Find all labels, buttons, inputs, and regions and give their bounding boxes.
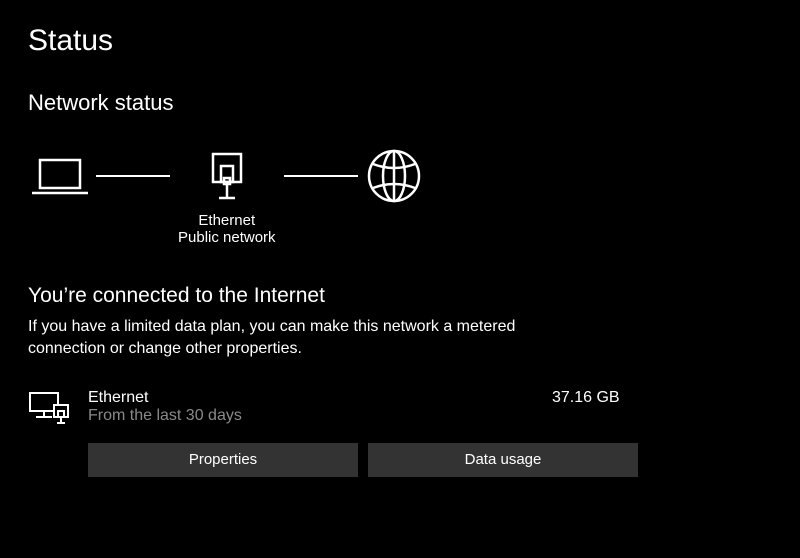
adapter-name: Ethernet — [88, 389, 552, 407]
page-title: Status — [28, 24, 772, 58]
adapter-row: Ethernet From the last 30 days 37.16 GB — [28, 389, 772, 425]
topology-internet-node — [366, 146, 422, 206]
connection-status-description: If you have a limited data plan, you can… — [28, 316, 588, 361]
topology-network-type: Public network — [178, 229, 276, 246]
section-title: Network status — [28, 90, 772, 116]
ethernet-icon — [207, 146, 247, 206]
adapter-button-row: Properties Data usage — [88, 443, 772, 477]
connection-status-heading: You’re connected to the Internet — [28, 284, 772, 308]
adapter-period: From the last 30 days — [88, 407, 552, 425]
topology-connector — [276, 146, 366, 206]
network-topology: Ethernet Public network — [28, 146, 772, 246]
globe-icon — [366, 146, 422, 206]
topology-adapter-label: Ethernet — [178, 212, 276, 229]
laptop-icon — [32, 146, 88, 206]
topology-device-node — [32, 146, 88, 206]
properties-button[interactable]: Properties — [88, 443, 358, 477]
data-usage-button[interactable]: Data usage — [368, 443, 638, 477]
status-page: Status Network status — [0, 0, 800, 501]
adapter-usage: 37.16 GB — [552, 389, 772, 407]
topology-connector — [88, 146, 178, 206]
topology-adapter-node: Ethernet Public network — [178, 146, 276, 246]
ethernet-adapter-icon — [28, 391, 70, 425]
